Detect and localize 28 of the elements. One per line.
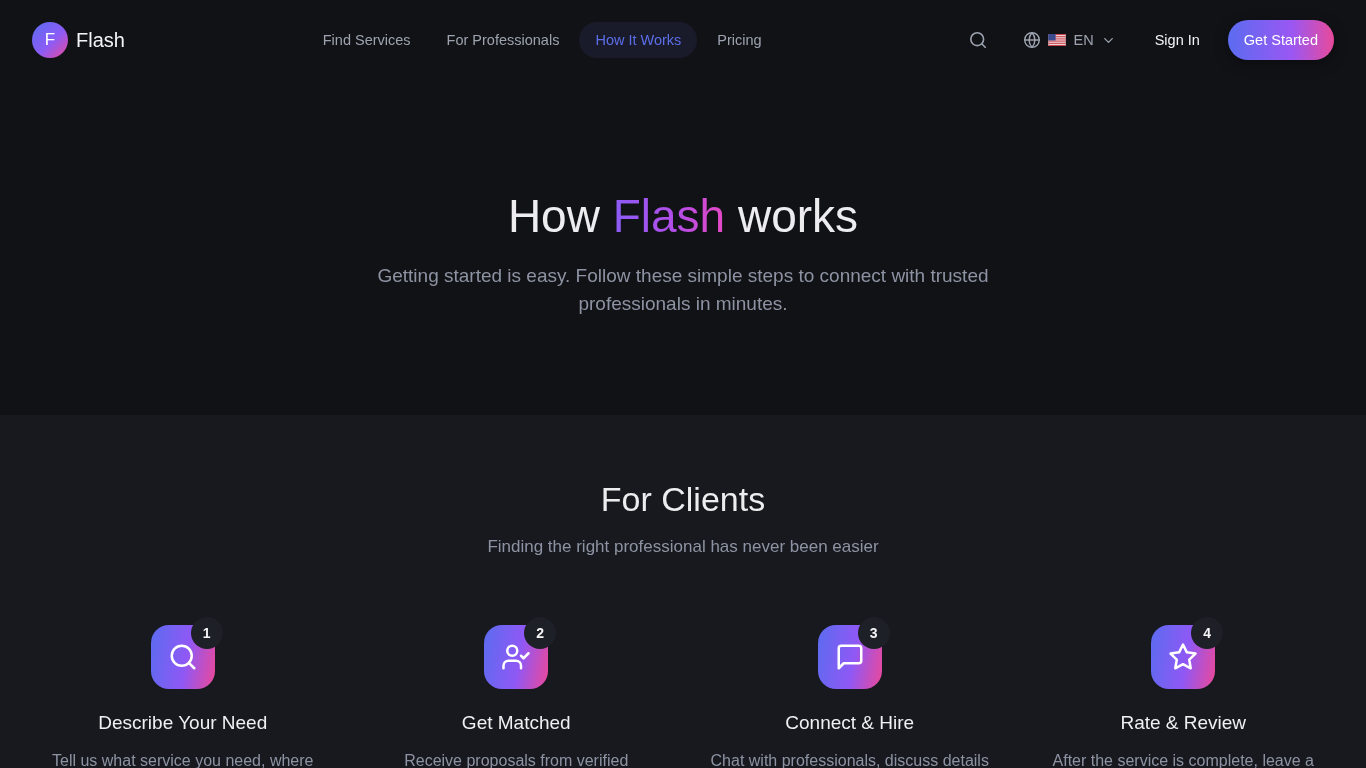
chevron-down-icon <box>1103 37 1113 43</box>
section-title: For Clients <box>600 479 766 519</box>
nav-link[interactable]: Pricing <box>701 22 778 58</box>
step-number: 4 <box>1191 617 1224 649</box>
nav-link[interactable]: For Professionals <box>430 22 576 58</box>
page-title: How Flash works <box>507 189 859 244</box>
star-icon <box>1151 625 1216 689</box>
chat-bubble-icon <box>817 625 882 689</box>
step-title: Rate & Review <box>1120 711 1247 735</box>
step-number: 3 <box>857 617 890 649</box>
search-icon <box>969 32 986 48</box>
step-number: 2 <box>524 617 557 649</box>
sign-in-button[interactable]: Sign In <box>1138 22 1216 58</box>
logo-mark[interactable]: F <box>32 22 68 58</box>
step-number: 1 <box>190 617 223 649</box>
section-subtitle: Finding the right professional has never been easier <box>487 536 879 558</box>
step-title: Get Matched <box>461 711 571 735</box>
flag-icon <box>1047 34 1066 46</box>
nav-link[interactable]: How It Works <box>579 22 698 58</box>
user-check-icon <box>484 625 549 689</box>
get-started-button[interactable]: Get Started <box>1227 20 1334 60</box>
language-selector[interactable]: EN <box>1011 22 1125 58</box>
brand-name[interactable]: Flash <box>76 28 125 52</box>
globe-icon <box>1023 32 1040 48</box>
step-title: Describe Your Need <box>98 711 268 735</box>
nav-link[interactable]: Find Services <box>306 22 427 58</box>
page-subtitle: Getting started is easy. Follow these simple steps to connect with trusted professionals in minutes. <box>376 264 990 316</box>
step-title: Connect & Hire <box>785 711 915 735</box>
